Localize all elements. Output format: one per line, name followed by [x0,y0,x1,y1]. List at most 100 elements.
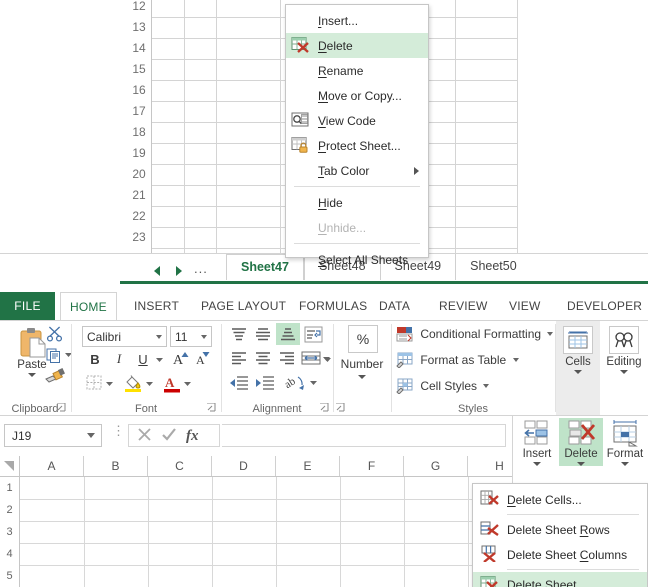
select-all-button[interactable] [0,456,20,476]
fx-icon[interactable]: fx [186,426,206,446]
insert-caret-icon[interactable] [533,462,541,466]
ribbon-tab-developer[interactable]: DEVELOPER [558,292,648,320]
ribbon-tab-home[interactable]: HOME [60,292,117,320]
delete-caret-icon[interactable] [577,462,585,466]
sheet-prev-button[interactable] [146,259,168,283]
merge-center-icon[interactable] [300,348,322,368]
scissors-icon[interactable] [46,326,64,342]
row-header-4[interactable]: 4 [0,543,20,565]
font-size-combo[interactable]: 11 [170,326,212,347]
number-format-caret-icon[interactable] [324,357,332,363]
percent-style-button[interactable]: % [348,325,378,353]
ribbon-tab-row[interactable]: FILE HOME INSERT PAGE LAYOUT FORMULAS DATA RE… [0,292,648,320]
chevron-down-icon[interactable] [547,332,554,336]
context-menu-item-rename[interactable]: Rename [286,58,428,83]
conditional-formatting-button[interactable]: Conditional Formatting [396,326,554,342]
cancel-x-icon[interactable] [137,427,152,445]
fill-color-icon[interactable] [122,373,144,393]
ribbon-tab-insert[interactable]: INSERT [125,292,188,320]
context-menu-item-insert[interactable]: Insert... [286,8,428,33]
chevron-down-icon[interactable] [201,334,207,339]
format-painter-icon[interactable] [44,367,66,385]
formula-input[interactable] [222,424,506,447]
formula-bar-handle[interactable]: ⋮ [112,424,125,437]
cells-caret-icon[interactable] [574,370,582,374]
ribbon-tab-data[interactable]: DATA [370,292,419,320]
editing-button[interactable]: Editing [602,326,646,374]
check-icon[interactable] [161,427,177,445]
orientation-caret-icon[interactable] [310,380,318,386]
chevron-down-icon[interactable] [87,433,95,438]
column-header-B[interactable]: B [84,456,148,476]
context-menu-item-view-code[interactable]: View Code [286,108,428,133]
sheet-next-button[interactable] [168,259,190,283]
row-header[interactable]: 22 [126,206,152,227]
row-header-2[interactable]: 2 [0,499,20,521]
paste-caret-icon[interactable] [28,373,36,377]
ribbon-tab-review[interactable]: REVIEW [430,292,497,320]
align-right-icon[interactable] [276,349,298,367]
align-bottom-icon[interactable] [276,323,300,345]
copy-icon[interactable] [46,347,64,363]
italic-button[interactable]: I [110,350,128,368]
align-middle-icon[interactable] [252,325,274,343]
context-menu-item-delete[interactable]: Delete [286,33,428,58]
ribbon-group-cells[interactable]: Cells [556,321,600,416]
column-header-E[interactable]: E [276,456,340,476]
ribbon-tab-formulas[interactable]: FORMULAS [290,292,376,320]
editing-caret-icon[interactable] [620,370,628,374]
row-header[interactable]: 19 [126,143,152,164]
fill-color-caret-icon[interactable] [146,381,154,387]
delete-menu-item-delete-cells[interactable]: Delete Cells... [473,487,647,512]
number-group-caret-icon[interactable] [358,375,366,379]
sheet-more-button[interactable]: ... [190,261,212,282]
clipboard-dialog-launcher-icon[interactable] [57,402,66,414]
context-menu-item-hide[interactable]: Hide [286,190,428,215]
column-header-A[interactable]: A [20,456,84,476]
number-dialog-launcher-icon[interactable] [336,402,345,414]
ribbon-tab-file[interactable]: FILE [0,292,55,320]
row-header-3[interactable]: 3 [0,521,20,543]
align-center-icon[interactable] [252,349,274,367]
row-header[interactable]: 20 [126,164,152,185]
insert-cells-button[interactable]: Insert [515,418,559,466]
increase-indent-icon[interactable] [253,373,277,393]
chevron-down-icon[interactable] [483,384,490,388]
column-header-C[interactable]: C [148,456,212,476]
row-header[interactable]: 21 [126,185,152,206]
column-header-F[interactable]: F [340,456,404,476]
align-top-icon[interactable] [228,325,250,343]
context-menu-item-protect-sheet[interactable]: Protect Sheet... [286,133,428,158]
shrink-font-button[interactable]: A [194,348,214,368]
format-caret-icon[interactable] [621,462,629,466]
row-header[interactable]: 17 [126,101,152,122]
row-header-1[interactable]: 1 [0,477,20,499]
name-box[interactable]: J19 [4,424,102,447]
underline-button[interactable]: U [134,350,152,368]
borders-caret-icon[interactable] [106,381,114,387]
wrap-text-icon[interactable] [302,324,324,344]
borders-icon[interactable] [84,374,104,392]
formula-bar-buttons[interactable]: fx [128,424,220,447]
column-header-D[interactable]: D [212,456,276,476]
row-header[interactable]: 13 [126,17,152,38]
row-header[interactable]: 18 [126,122,152,143]
font-color-icon[interactable]: A [162,373,182,393]
row-header[interactable]: 12 [126,0,152,17]
delete-cells-button[interactable]: Delete [559,418,603,466]
format-as-table-button[interactable]: Format as Table [396,352,519,368]
context-menu-item-move-or-copy[interactable]: Move or Copy... [286,83,428,108]
font-dialog-launcher-icon[interactable] [207,402,216,414]
row-header[interactable]: 23 [126,227,152,248]
orientation-icon[interactable]: ab [284,372,308,394]
sheet-tab-context-menu[interactable]: Insert... Delete Rename Move or Copy... View… [285,4,429,267]
decrease-indent-icon[interactable] [227,373,251,393]
row-header-5[interactable]: 5 [0,565,20,587]
grow-font-button[interactable]: A [172,348,192,368]
alignment-dialog-launcher-icon[interactable] [320,402,329,414]
bold-button[interactable]: B [86,350,104,368]
chevron-down-icon[interactable] [156,334,162,339]
ribbon-group-editing[interactable]: Editing [600,321,648,416]
delete-menu-item-delete-sheet-rows[interactable]: Delete Sheet Rows [473,517,647,542]
sheet-tab-sheet50[interactable]: Sheet50 [455,254,531,280]
